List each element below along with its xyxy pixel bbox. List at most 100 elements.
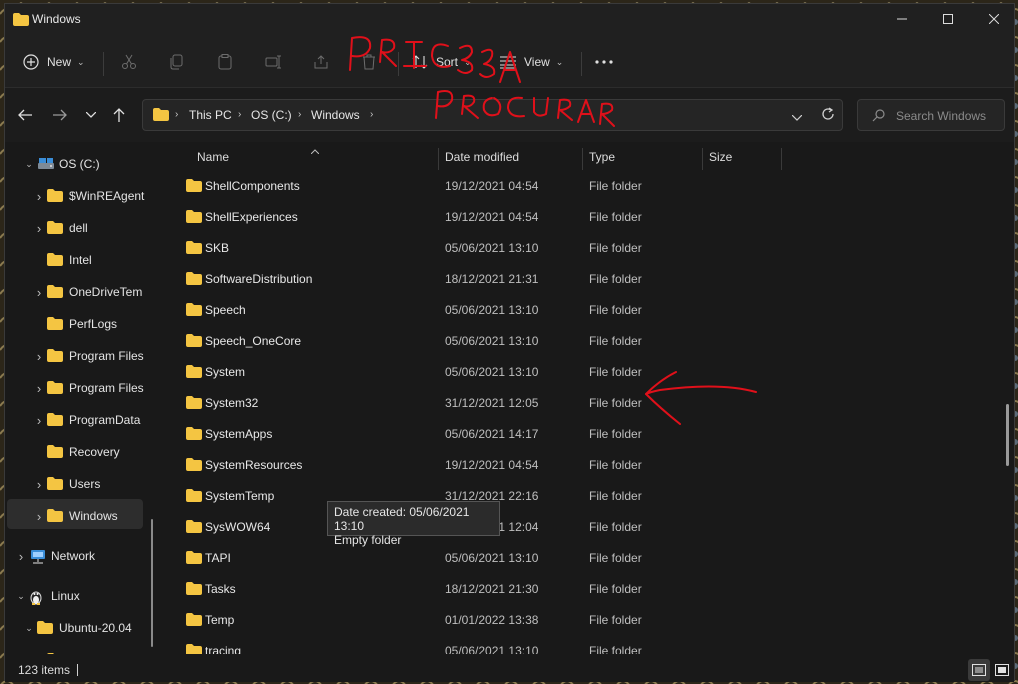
chevron-right-icon[interactable]: ›: [33, 189, 45, 204]
file-type: File folder: [589, 489, 642, 503]
minimize-button[interactable]: [879, 4, 925, 34]
column-header-date-modified[interactable]: Date modified: [445, 150, 519, 164]
file-row[interactable]: Temp 01/01/2022 13:38 File folder: [165, 605, 985, 636]
sidebar-item[interactable]: › Windows: [5, 502, 145, 530]
folder-icon: [47, 381, 63, 397]
chevron-down-icon[interactable]: ⌄: [23, 623, 35, 634]
details-view-button[interactable]: [968, 659, 990, 681]
recent-locations-button[interactable]: [81, 105, 101, 125]
file-date-modified: 05/06/2021 13:10: [445, 303, 539, 317]
file-row[interactable]: TAPI 05/06/2021 13:10 File folder: [165, 543, 985, 574]
file-row[interactable]: Tasks 18/12/2021 21:30 File folder: [165, 574, 985, 605]
file-row[interactable]: ShellExperiences 19/12/2021 04:54 File fol…: [165, 202, 985, 233]
file-row[interactable]: SystemTemp 31/12/2021 22:16 File folder: [165, 481, 985, 512]
file-row[interactable]: Speech 05/06/2021 13:10 File folder: [165, 295, 985, 326]
address-bar[interactable]: › This PC › OS (C:) › Windows ›: [142, 99, 843, 131]
sidebar-item[interactable]: › dell: [5, 214, 145, 242]
file-row[interactable]: SystemResources 19/12/2021 04:54 File fold…: [165, 450, 985, 481]
tooltip-line-2: Empty folder: [334, 533, 402, 547]
chevron-right-icon[interactable]: ›: [33, 413, 45, 428]
breadcrumb-os-c[interactable]: OS (C:): [251, 108, 292, 122]
sidebar-item[interactable]: › Network: [5, 542, 145, 570]
chevron-right-icon[interactable]: ›: [33, 477, 45, 492]
chevron-right-icon[interactable]: ›: [33, 285, 45, 300]
column-divider[interactable]: [582, 148, 583, 170]
file-row[interactable]: SoftwareDistribution 18/12/2021 21:31 File…: [165, 264, 985, 295]
breadcrumb-windows[interactable]: Windows: [311, 108, 360, 122]
chevron-down-icon: ⌄: [464, 56, 472, 67]
breadcrumb-this-pc[interactable]: This PC: [189, 108, 232, 122]
file-row[interactable]: System32 31/12/2021 12:05 File folder: [165, 388, 985, 419]
sidebar-item[interactable]: › OneDriveTem: [5, 278, 145, 306]
sidebar-item[interactable]: › Program Files: [5, 342, 145, 370]
share-button[interactable]: [313, 48, 329, 76]
file-row[interactable]: SKB 05/06/2021 13:10 File folder: [165, 233, 985, 264]
file-type: File folder: [589, 396, 642, 410]
sidebar-item[interactable]: Intel: [5, 246, 145, 274]
tiles-view-button[interactable]: [991, 659, 1013, 681]
folder-icon: [186, 365, 202, 381]
refresh-icon[interactable]: [821, 107, 835, 124]
back-button[interactable]: [15, 105, 35, 125]
sidebar-item[interactable]: ⌄ Ubuntu-20.04: [5, 614, 145, 642]
chevron-right-icon: ›: [175, 109, 179, 120]
sidebar-scrollbar[interactable]: [151, 519, 153, 647]
file-row[interactable]: ShellComponents 19/12/2021 04:54 File fold…: [165, 171, 985, 202]
maximize-button[interactable]: [925, 4, 971, 34]
sort-ascending-icon: [310, 143, 320, 157]
file-date-modified: 19/12/2021 04:54: [445, 179, 539, 193]
sidebar-item-label: Program Files: [69, 381, 144, 395]
sidebar-item[interactable]: › ProgramData: [5, 406, 145, 434]
cut-button[interactable]: [121, 48, 137, 76]
sidebar-item[interactable]: PerfLogs: [5, 310, 145, 338]
sidebar-item[interactable]: ⌄ OS (C:): [5, 150, 145, 178]
file-row[interactable]: SysWOW6431/12/2021 12:04File folder: [165, 512, 985, 543]
chevron-right-icon[interactable]: ›: [15, 549, 27, 564]
sidebar-item[interactable]: › boot: [5, 646, 145, 654]
chevron-right-icon[interactable]: ›: [33, 349, 45, 364]
column-header-size[interactable]: Size: [709, 150, 732, 164]
delete-button[interactable]: [361, 48, 377, 76]
column-divider[interactable]: [781, 148, 782, 170]
file-row[interactable]: tracing 05/06/2021 13:10 File folder: [165, 636, 985, 654]
column-header-name[interactable]: Name: [197, 150, 229, 164]
tooltip: Date created: 05/06/2021 13:10 Empty fol…: [327, 501, 500, 547]
sidebar-item[interactable]: › $WinREAgent: [5, 182, 145, 210]
chevron-right-icon[interactable]: ›: [33, 381, 45, 396]
sidebar-item[interactable]: › Users: [5, 470, 145, 498]
folder-icon: [37, 621, 53, 637]
file-row[interactable]: SystemApps 05/06/2021 14:17 File folder: [165, 419, 985, 450]
file-row[interactable]: System 05/06/2021 13:10 File folder: [165, 357, 985, 388]
forward-button[interactable]: [50, 105, 70, 125]
navigation-pane: ⌄ OS (C:) › $WinREAgent › dell Intel › OneDriveT…: [5, 142, 157, 654]
column-divider[interactable]: [438, 148, 439, 170]
file-type: File folder: [589, 210, 642, 224]
new-button[interactable]: New ⌄: [23, 48, 85, 76]
sidebar-item[interactable]: ⌄ Linux: [5, 582, 145, 610]
copy-button[interactable]: [169, 48, 185, 76]
search-box[interactable]: Search Windows: [857, 99, 1005, 131]
address-dropdown-icon[interactable]: [791, 110, 803, 124]
sidebar-item[interactable]: › Program Files: [5, 374, 145, 402]
trash-icon: [363, 54, 375, 70]
rename-button[interactable]: [265, 48, 281, 76]
close-button[interactable]: [971, 4, 1017, 34]
column-header-type[interactable]: Type: [589, 150, 615, 164]
chevron-right-icon[interactable]: ›: [33, 509, 45, 524]
chevron-down-icon[interactable]: ⌄: [15, 591, 27, 602]
chevron-right-icon[interactable]: ›: [33, 221, 45, 236]
sort-button[interactable]: Sort ⌄: [412, 48, 472, 76]
sidebar-item[interactable]: Recovery: [5, 438, 145, 466]
up-button[interactable]: [109, 105, 129, 125]
file-list-scrollbar[interactable]: [1006, 404, 1009, 466]
column-divider[interactable]: [702, 148, 703, 170]
view-button[interactable]: View ⌄: [500, 48, 563, 76]
details-view-icon: [972, 664, 986, 676]
file-row[interactable]: Speech_OneCore 05/06/2021 13:10 File folde…: [165, 326, 985, 357]
chevron-down-icon[interactable]: ⌄: [23, 159, 35, 170]
more-options-button[interactable]: [595, 48, 613, 76]
sidebar-item-label: Users: [69, 477, 101, 491]
chevron-right-icon[interactable]: ›: [33, 653, 45, 655]
chevron-down-icon: ⌄: [77, 56, 85, 67]
paste-button[interactable]: [217, 48, 233, 76]
